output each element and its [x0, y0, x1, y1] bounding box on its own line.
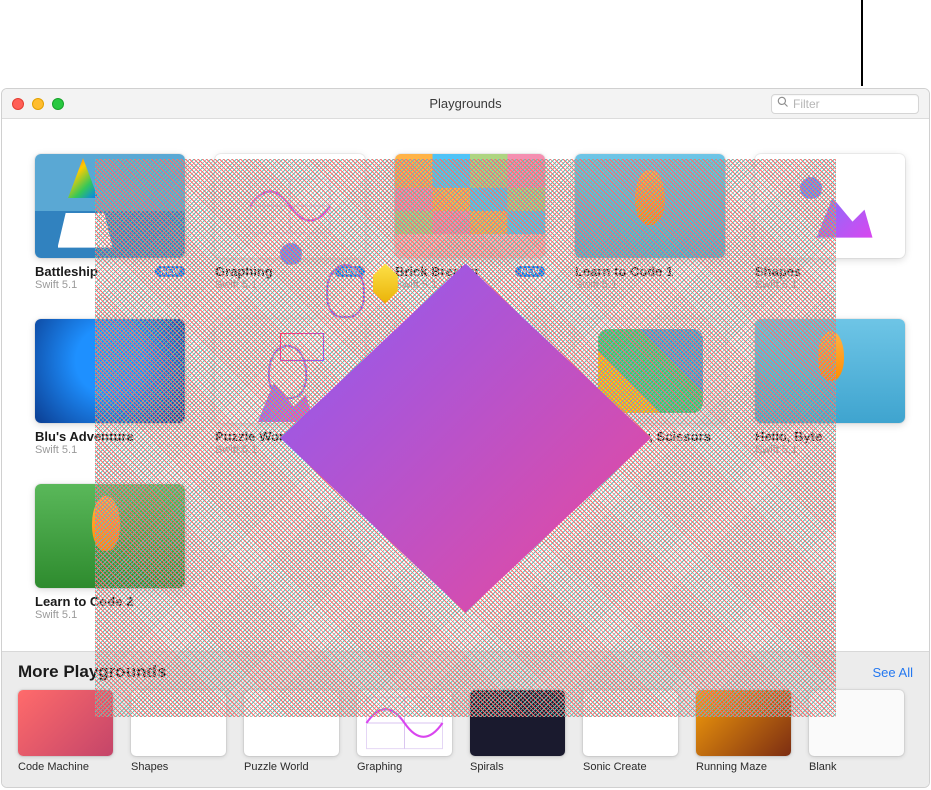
callout-line [861, 0, 863, 86]
more-playground-title: Graphing [357, 761, 452, 773]
playground-title: Battleship [35, 264, 98, 279]
more-playground-title: Shapes [131, 761, 226, 773]
playgrounds-window: Playgrounds Battleship NEW Swift 5.1 Gra… [1, 88, 930, 788]
see-all-link[interactable]: See All [873, 665, 913, 680]
filter-search[interactable] [771, 94, 919, 114]
more-playground-title: Running Maze [696, 761, 791, 773]
more-playground-title: Sonic Create [583, 761, 678, 773]
more-playground-thumbnail [470, 690, 565, 756]
traffic-lights [12, 98, 64, 110]
more-playground-title: Blank [809, 761, 904, 773]
more-playgrounds-section: More Playgrounds See All Code Machine Sh… [2, 651, 929, 787]
content-area: Battleship NEW Swift 5.1 Graphing NEW Sw… [2, 119, 929, 787]
filter-input[interactable] [793, 97, 913, 111]
more-playground-card[interactable]: Spirals [470, 690, 565, 773]
close-button[interactable] [12, 98, 24, 110]
minimize-button[interactable] [32, 98, 44, 110]
search-icon [777, 95, 793, 113]
more-playground-title: Spirals [470, 761, 565, 773]
fullscreen-button[interactable] [52, 98, 64, 110]
titlebar: Playgrounds [2, 89, 929, 119]
more-playground-title: Puzzle World [244, 761, 339, 773]
more-playground-title: Code Machine [18, 761, 113, 773]
